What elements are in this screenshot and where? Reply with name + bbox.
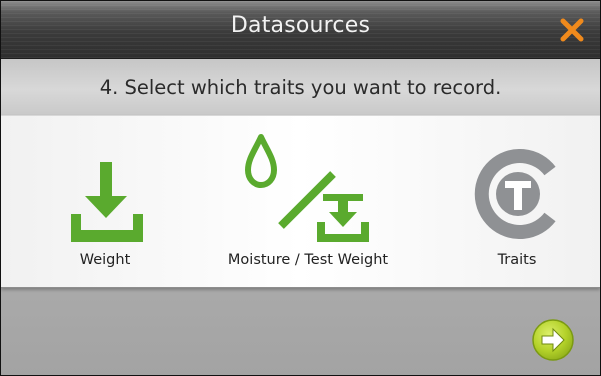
trait-options-panel: Weight Moisture / Test Weight Traits — [1, 115, 600, 288]
option-weight-label: Weight — [79, 252, 131, 268]
option-weight[interactable]: Weight — [45, 116, 165, 287]
option-traits[interactable]: Traits — [447, 116, 587, 287]
option-moisture-test-weight[interactable]: Moisture / Test Weight — [197, 116, 419, 287]
close-icon — [560, 18, 584, 42]
instruction-text: 4. Select which traits you want to recor… — [99, 76, 502, 99]
droplet-slash-tray-icon — [245, 134, 369, 242]
traits-logo-icon — [474, 149, 556, 239]
arrow-right-icon — [532, 319, 574, 361]
download-tray-icon — [71, 162, 143, 242]
instruction-band: 4. Select which traits you want to recor… — [1, 59, 600, 115]
close-button[interactable] — [558, 16, 586, 44]
option-moisture-label: Moisture / Test Weight — [227, 252, 389, 268]
title-bar: Datasources — [1, 1, 600, 59]
option-traits-label: Traits — [497, 252, 537, 268]
next-button[interactable] — [531, 318, 575, 362]
dialog-title: Datasources — [230, 13, 371, 38]
datasources-dialog: Datasources 4. Select which traits you w… — [0, 0, 601, 376]
